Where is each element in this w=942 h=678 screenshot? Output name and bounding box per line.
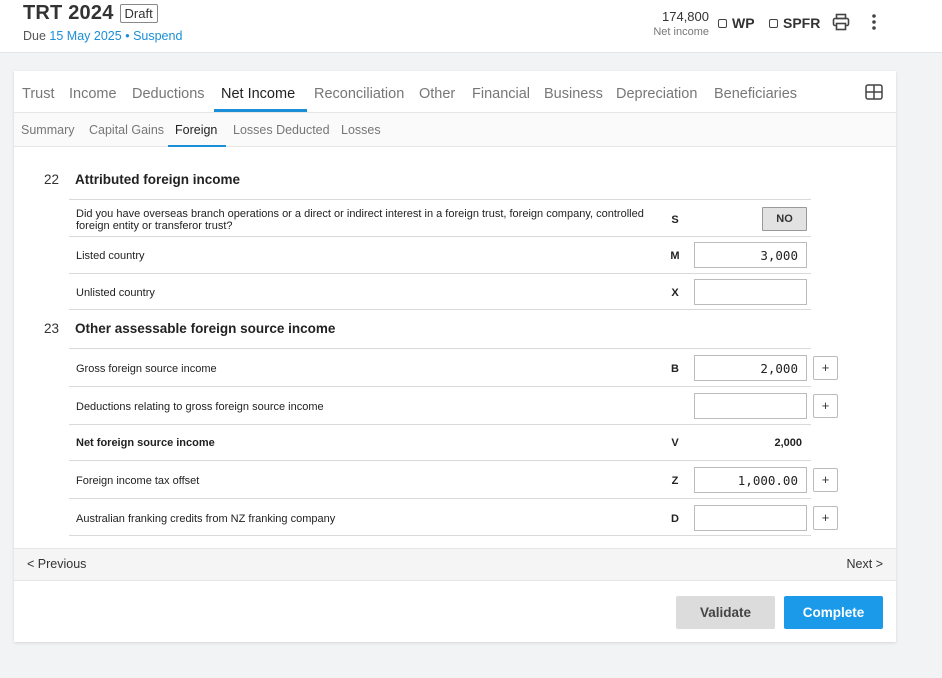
due-date-link[interactable]: 15 May 2025 xyxy=(49,29,121,43)
add-detail-button[interactable]: + xyxy=(813,394,838,418)
tab-other[interactable]: Other xyxy=(419,86,455,102)
title-row: TRT 2024 Draft xyxy=(23,2,158,25)
field-code: V xyxy=(671,437,679,449)
wp-label: WP xyxy=(732,15,755,31)
tab-financial[interactable]: Financial xyxy=(472,86,530,102)
status-badge: Draft xyxy=(119,4,158,23)
spfr-checkbox[interactable]: SPFR xyxy=(769,15,820,31)
nz-franking-credits-row: Australian franking credits from NZ fran… xyxy=(69,498,838,536)
foreign-tax-offset-label: Foreign income tax offset xyxy=(76,475,200,487)
more-vertical-icon[interactable] xyxy=(866,12,882,32)
net-foreign-income-value: 2,000 xyxy=(774,437,802,449)
spfr-label: SPFR xyxy=(783,15,821,31)
listed-country-row: Listed country M 3,000 xyxy=(69,236,811,273)
field-code: X xyxy=(671,287,679,299)
next-link[interactable]: Next > xyxy=(847,557,883,571)
tab-deductions[interactable]: Deductions xyxy=(132,86,205,102)
field-code: D xyxy=(671,513,679,525)
return-card: Trust Income Deductions Net Income Recon… xyxy=(14,71,896,642)
subtab-summary[interactable]: Summary xyxy=(21,123,74,137)
tab-net-income[interactable]: Net Income xyxy=(221,86,295,102)
subtab-losses[interactable]: Losses xyxy=(341,123,381,137)
gross-foreign-income-row: Gross foreign source income B 2,000 + xyxy=(69,348,838,386)
page-navigation: < Previous Next > xyxy=(14,548,896,581)
net-foreign-income-label: Net foreign source income xyxy=(76,437,215,449)
active-tab-indicator xyxy=(214,109,307,112)
section-22-number: 22 xyxy=(44,172,60,187)
due-prefix: Due xyxy=(23,29,46,43)
net-income-value: 174,800 xyxy=(662,9,709,24)
question-label: Did you have overseas branch operations … xyxy=(76,208,644,232)
grid-layout-icon[interactable] xyxy=(865,84,883,100)
nz-franking-credits-label: Australian franking credits from NZ fran… xyxy=(76,513,336,525)
yes-no-toggle[interactable]: NO xyxy=(762,207,807,231)
unlisted-country-input[interactable] xyxy=(694,279,807,305)
section-23-title: Other assessable foreign source income xyxy=(75,321,336,336)
gross-foreign-income-label: Gross foreign source income xyxy=(76,363,217,375)
active-subtab-indicator xyxy=(168,145,226,147)
deductions-foreign-income-row: Deductions relating to gross foreign sou… xyxy=(69,386,838,424)
field-code: M xyxy=(670,250,680,262)
suspend-link[interactable]: Suspend xyxy=(133,29,182,43)
checkbox-box[interactable] xyxy=(769,18,778,28)
foreign-tax-offset-row: Foreign income tax offset Z 1,000.00 + xyxy=(69,460,838,498)
unlisted-country-row: Unlisted country X xyxy=(69,273,811,310)
deductions-foreign-income-label: Deductions relating to gross foreign sou… xyxy=(76,401,324,413)
complete-button[interactable]: Complete xyxy=(784,596,883,629)
field-code: S xyxy=(671,214,679,226)
checkbox-box[interactable] xyxy=(718,18,727,28)
add-detail-button[interactable]: + xyxy=(813,468,838,492)
tab-trust[interactable]: Trust xyxy=(22,86,55,102)
separator: • xyxy=(125,29,130,43)
subtab-losses-deducted[interactable]: Losses Deducted xyxy=(233,123,330,137)
section-22-title: Attributed foreign income xyxy=(75,172,240,187)
net-foreign-income-row: Net foreign source income V 2,000 xyxy=(69,424,811,460)
tab-business[interactable]: Business xyxy=(544,86,603,102)
sub-tabs: Summary Capital Gains Foreign Losses Ded… xyxy=(14,113,896,147)
tab-reconciliation[interactable]: Reconciliation xyxy=(314,86,404,102)
page-header: TRT 2024 Draft Due 15 May 2025 • Suspend… xyxy=(0,0,942,53)
tab-beneficiaries[interactable]: Beneficiaries xyxy=(714,86,797,102)
add-detail-button[interactable]: + xyxy=(813,506,838,530)
listed-country-label: Listed country xyxy=(76,250,145,262)
field-code: Z xyxy=(671,475,679,487)
deductions-foreign-income-input[interactable] xyxy=(694,393,807,419)
subtab-capital-gains[interactable]: Capital Gains xyxy=(89,123,164,137)
tab-depreciation[interactable]: Depreciation xyxy=(616,86,697,102)
listed-country-input[interactable]: 3,000 xyxy=(694,242,807,268)
foreign-tax-offset-input[interactable]: 1,000.00 xyxy=(694,467,807,493)
net-income-label: Net income xyxy=(653,26,709,38)
gross-foreign-income-input[interactable]: 2,000 xyxy=(694,355,807,381)
nz-franking-credits-input[interactable] xyxy=(694,505,807,531)
section-23-number: 23 xyxy=(44,321,60,336)
subtab-foreign[interactable]: Foreign xyxy=(175,123,217,137)
main-tabs: Trust Income Deductions Net Income Recon… xyxy=(14,71,896,113)
add-detail-button[interactable]: + xyxy=(813,356,838,380)
field-code: B xyxy=(671,363,679,375)
validate-button[interactable]: Validate xyxy=(676,596,775,629)
due-row: Due 15 May 2025 • Suspend xyxy=(23,29,182,43)
question-row: Did you have overseas branch operations … xyxy=(69,199,811,236)
unlisted-country-label: Unlisted country xyxy=(76,287,155,299)
wp-checkbox[interactable]: WP xyxy=(718,15,755,31)
return-title: TRT 2024 xyxy=(23,2,114,24)
printer-icon[interactable] xyxy=(832,13,850,31)
previous-link[interactable]: < Previous xyxy=(27,557,86,571)
net-income-summary: 174,800 Net income xyxy=(653,9,709,38)
tab-income[interactable]: Income xyxy=(69,86,117,102)
